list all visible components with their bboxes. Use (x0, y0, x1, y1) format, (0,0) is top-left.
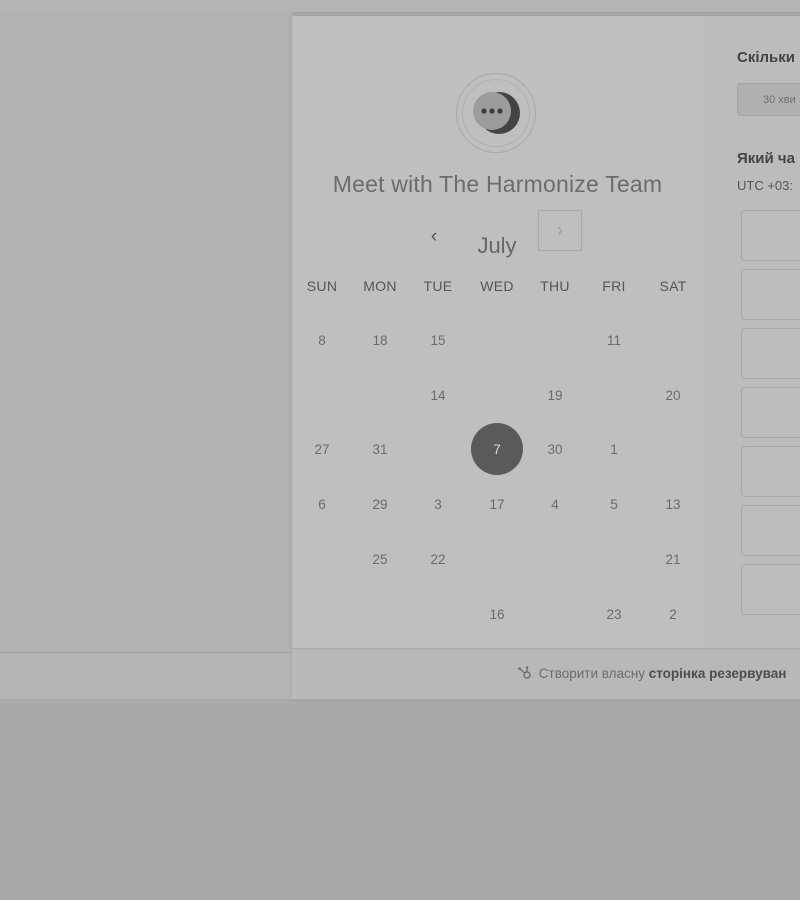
calendar-day[interactable]: 6 (296, 478, 348, 530)
calendar-day[interactable]: 3 (412, 478, 464, 530)
next-month-button[interactable]: › (538, 210, 582, 251)
footer-prefix: Створити власну (538, 666, 645, 681)
calendar-day[interactable]: 16 (471, 588, 523, 640)
left-panel (0, 12, 292, 652)
prev-month-button[interactable]: ‹ (419, 222, 449, 252)
duration-option-button[interactable]: 30 хви (737, 83, 800, 116)
calendar-day[interactable]: 18 (354, 314, 406, 366)
calendar-day[interactable]: 2 (647, 588, 699, 640)
calendar-day[interactable]: 8 (296, 314, 348, 366)
time-question: Який ча (737, 150, 795, 167)
widget-footer: Створити власну сторінка резервуван (292, 648, 800, 699)
calendar-day[interactable]: 29 (354, 478, 406, 530)
calendar-day[interactable]: 1 (588, 423, 640, 475)
time-slot-button[interactable] (741, 564, 800, 615)
booking-options-pane: Скільки 30 хви Який ча UTC +03: (703, 16, 800, 648)
calendar-day[interactable]: 19 (529, 369, 581, 421)
hubspot-sprocket-icon (517, 665, 533, 681)
calendar-pane: Meet with The Harmonize Team ‹ July › SU… (292, 16, 703, 648)
meeting-title: Meet with The Harmonize Team (332, 171, 663, 197)
time-slot-button[interactable] (741, 210, 800, 261)
time-slot-button[interactable] (741, 269, 800, 320)
calendar-day[interactable]: 4 (529, 478, 581, 530)
time-slot-button[interactable] (741, 446, 800, 497)
weekday-sat: SAT (659, 278, 687, 294)
duration-question: Скільки (737, 49, 795, 66)
create-booking-page-link[interactable]: Створити власну сторінка резервуван (517, 665, 786, 681)
calendar-day[interactable]: 5 (588, 478, 640, 530)
weekday-thu: THU (540, 278, 570, 294)
weekday-sun: SUN (306, 278, 338, 294)
calendar-day[interactable]: 20 (647, 369, 699, 421)
time-slot-button[interactable] (741, 387, 800, 438)
calendar-day[interactable]: 23 (588, 588, 640, 640)
chat-bubble-icon (462, 79, 530, 147)
calendar-day[interactable]: 21 (647, 533, 699, 585)
calendar-day[interactable]: 13 (647, 478, 699, 530)
left-footer (0, 652, 292, 699)
calendar-day[interactable]: 17 (471, 478, 523, 530)
calendar-day[interactable]: 27 (296, 423, 348, 475)
weekday-tue: TUE (423, 278, 453, 294)
weekday-wed: WED (480, 278, 514, 294)
calendar-day[interactable]: 11 (588, 314, 640, 366)
footer-bold-link[interactable]: сторінка резервуван (649, 666, 787, 681)
calendar-day[interactable]: 25 (354, 533, 406, 585)
calendar-day[interactable]: 30 (529, 423, 581, 475)
timezone-label[interactable]: UTC +03: (737, 178, 793, 193)
time-slot-button[interactable] (741, 328, 800, 379)
weekday-fri: FRI (602, 278, 626, 294)
calendar-day[interactable]: 31 (354, 423, 406, 475)
booking-widget: Meet with The Harmonize Team ‹ July › SU… (292, 16, 800, 699)
time-slot-button[interactable] (741, 505, 800, 556)
selected-day[interactable]: 7 (471, 423, 523, 475)
calendar-day[interactable]: 14 (412, 369, 464, 421)
calendar-day[interactable]: 15 (412, 314, 464, 366)
month-label: July (477, 233, 517, 258)
calendar-day[interactable]: 22 (412, 533, 464, 585)
weekday-mon: MON (363, 278, 397, 294)
team-avatar (456, 73, 536, 153)
